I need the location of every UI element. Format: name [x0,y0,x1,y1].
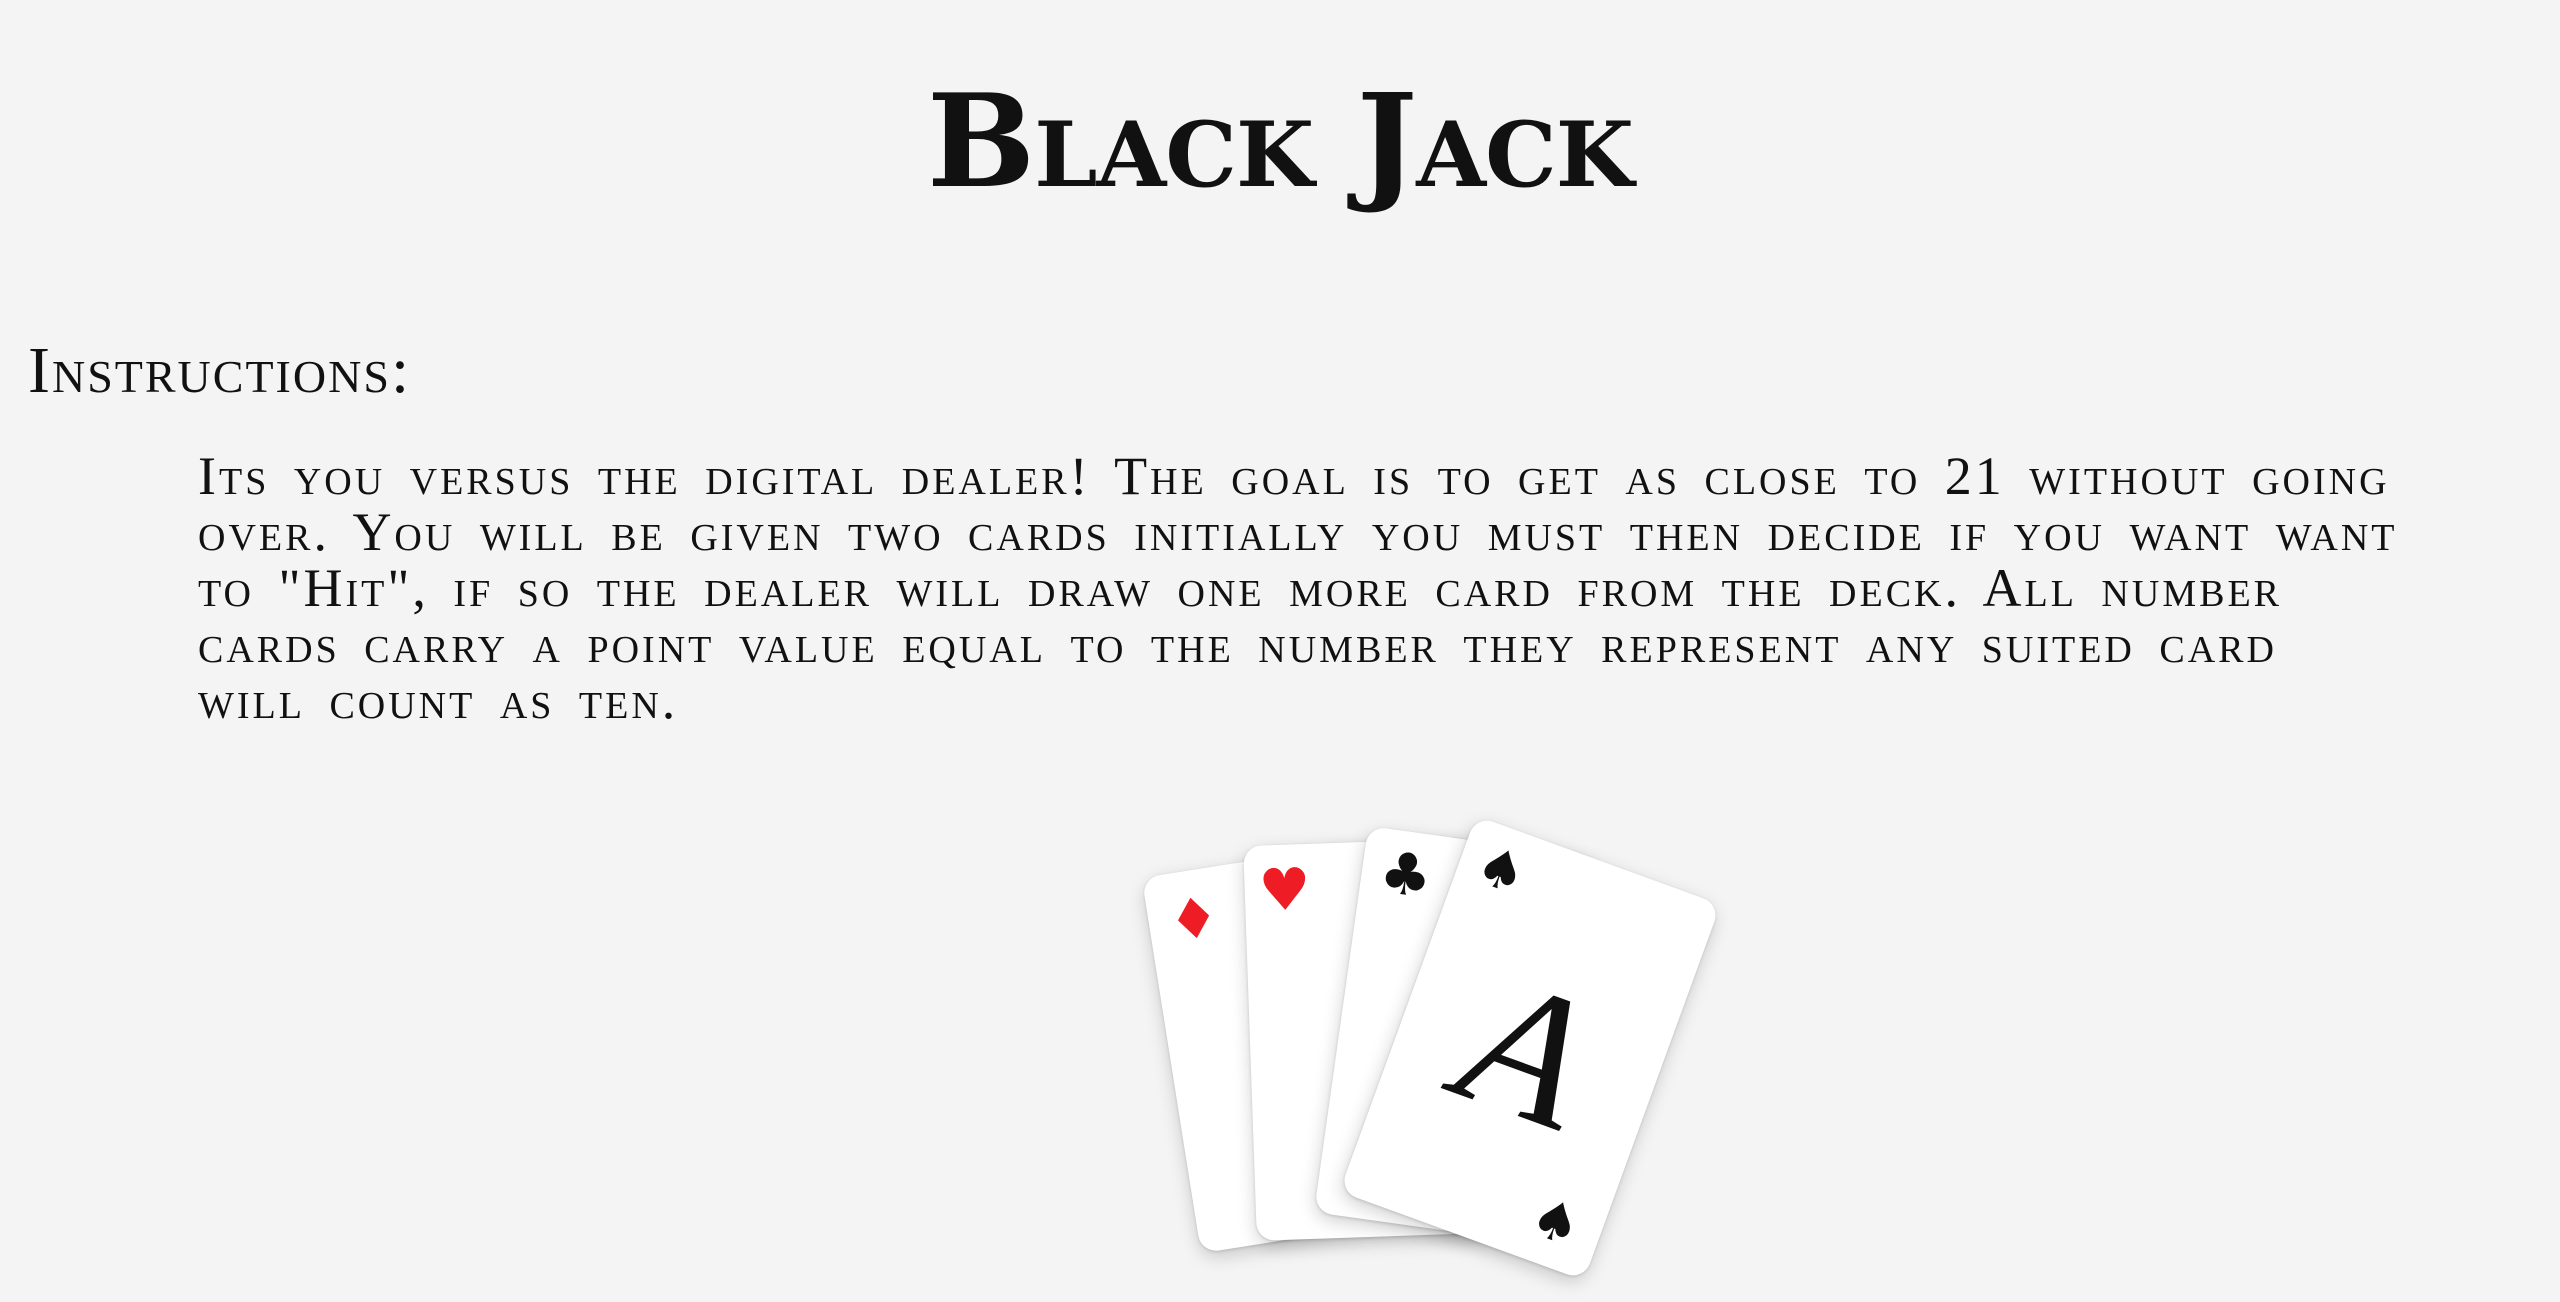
page: Black Jack Instructions: Its you versus … [0,0,2560,1302]
spade-icon: ♠ [1522,1183,1590,1260]
club-icon: ♣ [1375,837,1437,912]
instructions-heading: Instructions: [28,334,412,407]
page-title: Black Jack [927,67,1634,217]
heart-icon: ♥ [1257,854,1312,925]
diamond-icon: ♦ [1164,883,1224,956]
spade-icon: ♠ [1467,832,1535,908]
instructions-text: Its you versus the digital dealer! The g… [198,446,2398,730]
ace-rank-label: A [1435,933,1617,1171]
playing-cards-illustration: ♦ ♥ ♣ ♠ A ♠ [1140,800,1721,1300]
